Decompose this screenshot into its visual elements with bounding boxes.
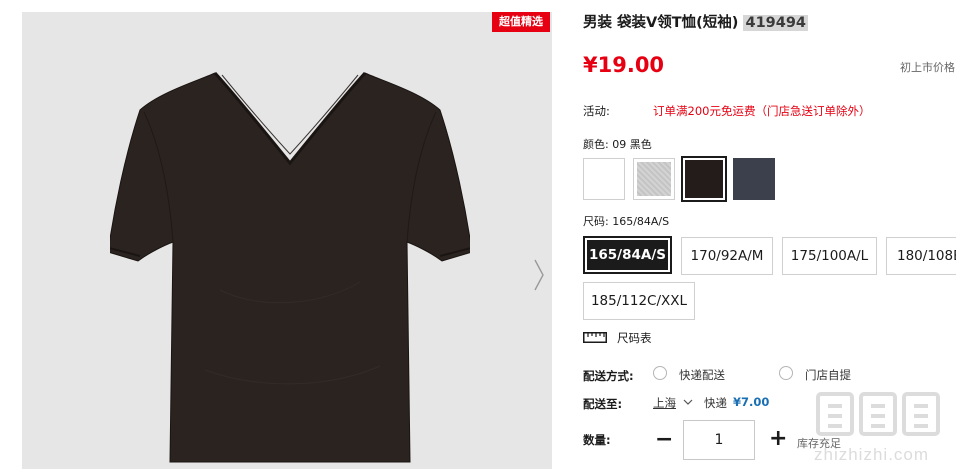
quantity-input[interactable] (683, 420, 755, 460)
radio-express-delivery[interactable] (653, 366, 667, 380)
size-chart-label: 尺码表 (617, 331, 652, 345)
product-code: 419494 (743, 15, 809, 31)
option-store-pickup[interactable]: 门店自提 (805, 367, 851, 383)
badge-super-value: 超值精选 (492, 12, 550, 32)
gallery-next-button[interactable] (532, 258, 546, 292)
launch-price-label: 初上市价格 (900, 61, 955, 74)
size-chart-link[interactable]: 尺码表 (583, 330, 652, 346)
delivery-method-label: 配送方式: (583, 369, 634, 383)
size-button-170[interactable]: 170/92A/M (681, 237, 773, 275)
product-info: 男装 袋装V领T恤(短袖) 419494 ¥19.00 初上市价格 活动: 订单… (583, 0, 956, 469)
quantity-increase-button[interactable]: + (769, 428, 787, 450)
option-express-delivery[interactable]: 快递配送 (679, 367, 725, 383)
promo-text: 订单满200元免运费（门店急送订单除外） (653, 104, 871, 118)
size-button-165[interactable]: 165/84A/S (583, 236, 672, 274)
city-selector[interactable]: 上海 (653, 395, 676, 411)
radio-store-pickup[interactable] (779, 366, 793, 380)
color-swatch-navy[interactable] (733, 158, 775, 200)
chevron-down-icon[interactable] (683, 396, 693, 409)
selected-size-label: 尺码: 165/84A/S (583, 215, 670, 228)
product-price: ¥19.00 (583, 53, 665, 77)
product-image (110, 71, 470, 463)
quantity-label: 数量: (583, 433, 611, 447)
express-fee: ¥7.00 (733, 395, 770, 409)
product-title: 男装 袋装V领T恤(短袖) 419494 (583, 11, 809, 32)
swatch-fill (734, 159, 774, 199)
selected-color-label: 颜色: 09 黑色 (583, 138, 652, 151)
color-swatch-black[interactable] (681, 156, 727, 202)
color-swatch-gray[interactable] (633, 158, 675, 200)
ruler-icon (583, 331, 607, 346)
product-title-text: 男装 袋装V领T恤(短袖) (583, 15, 739, 31)
size-button-180[interactable]: 180/108B (886, 237, 956, 275)
deliver-to-label: 配送至: (583, 397, 623, 411)
promo-label: 活动: (583, 104, 610, 118)
size-button-185[interactable]: 185/112C/XXL (583, 282, 695, 320)
express-label: 快递 (704, 396, 727, 410)
quantity-decrease-button[interactable]: − (655, 429, 673, 451)
product-gallery: 超值精选 (22, 12, 552, 469)
size-button-175[interactable]: 175/100A/L (782, 237, 877, 275)
swatch-fill (587, 162, 621, 196)
swatch-fill (685, 160, 723, 198)
stock-status: 库存充足 (797, 437, 841, 450)
chevron-right-icon (534, 259, 544, 291)
swatch-fill (637, 162, 671, 196)
color-swatch-white[interactable] (583, 158, 625, 200)
